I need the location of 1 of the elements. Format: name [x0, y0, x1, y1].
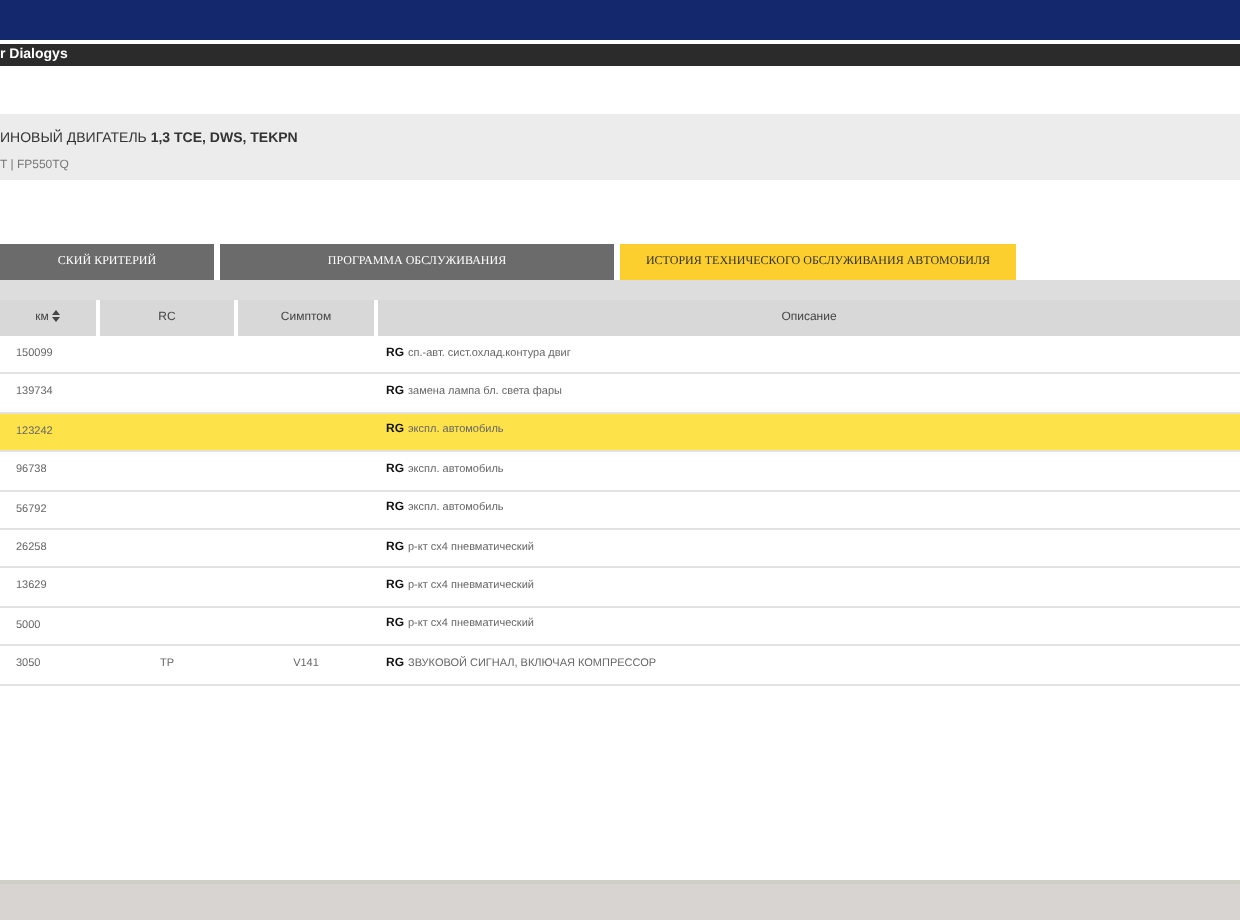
sort-icon[interactable]: [52, 310, 61, 323]
